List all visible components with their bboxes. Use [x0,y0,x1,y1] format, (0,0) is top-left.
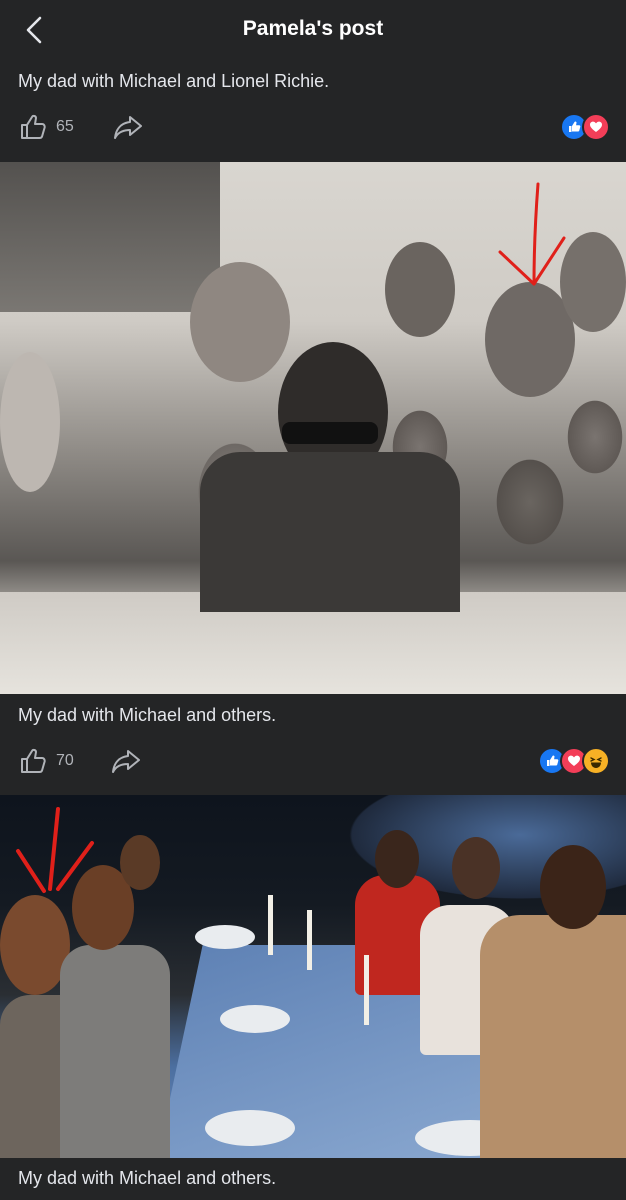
thumbs-up-icon [21,748,46,773]
reaction-summary[interactable] [560,113,610,141]
person-head [190,262,290,382]
post-photo[interactable] [0,162,626,694]
person-head [385,242,455,337]
share-button[interactable] [110,746,142,776]
person-head [540,845,606,929]
like-count: 70 [56,752,74,769]
thumbs-up-icon [21,114,46,139]
person-head [375,830,419,888]
post-photo[interactable] [0,795,626,1158]
candle [268,895,273,955]
like-button[interactable]: 65 [18,112,74,142]
haha-reaction-icon [582,747,610,775]
share-arrow-icon [112,750,140,773]
person-body [480,915,626,1158]
share-arrow-icon [114,116,142,139]
candle [364,955,369,1025]
post-caption: My dad with Michael and Lionel Richie. [18,71,330,91]
like-button[interactable]: 70 [18,746,74,776]
like-count: 65 [56,118,74,135]
love-reaction-icon [582,113,610,141]
person-body [200,452,460,612]
page-title: Pamela's post [242,17,384,40]
post-actions: 65 [0,108,626,148]
candle [307,910,312,970]
plate [195,925,255,949]
person-head [120,835,160,890]
post-caption: My dad with Michael and others. [18,1168,277,1188]
person-head [0,352,60,492]
post-caption: My dad with Michael and others. [18,705,277,725]
plate [220,1005,290,1033]
reaction-summary[interactable] [538,747,610,775]
sunglasses [282,422,378,444]
plate [205,1110,295,1146]
background-seats [0,162,220,312]
share-button[interactable] [112,112,144,142]
person-body [60,945,170,1158]
post-actions: 70 [0,742,626,782]
app-header: Pamela's post [0,0,626,64]
red-arrow-annotation [16,807,94,893]
red-arrow-annotation [498,182,566,286]
person-head [452,837,500,899]
